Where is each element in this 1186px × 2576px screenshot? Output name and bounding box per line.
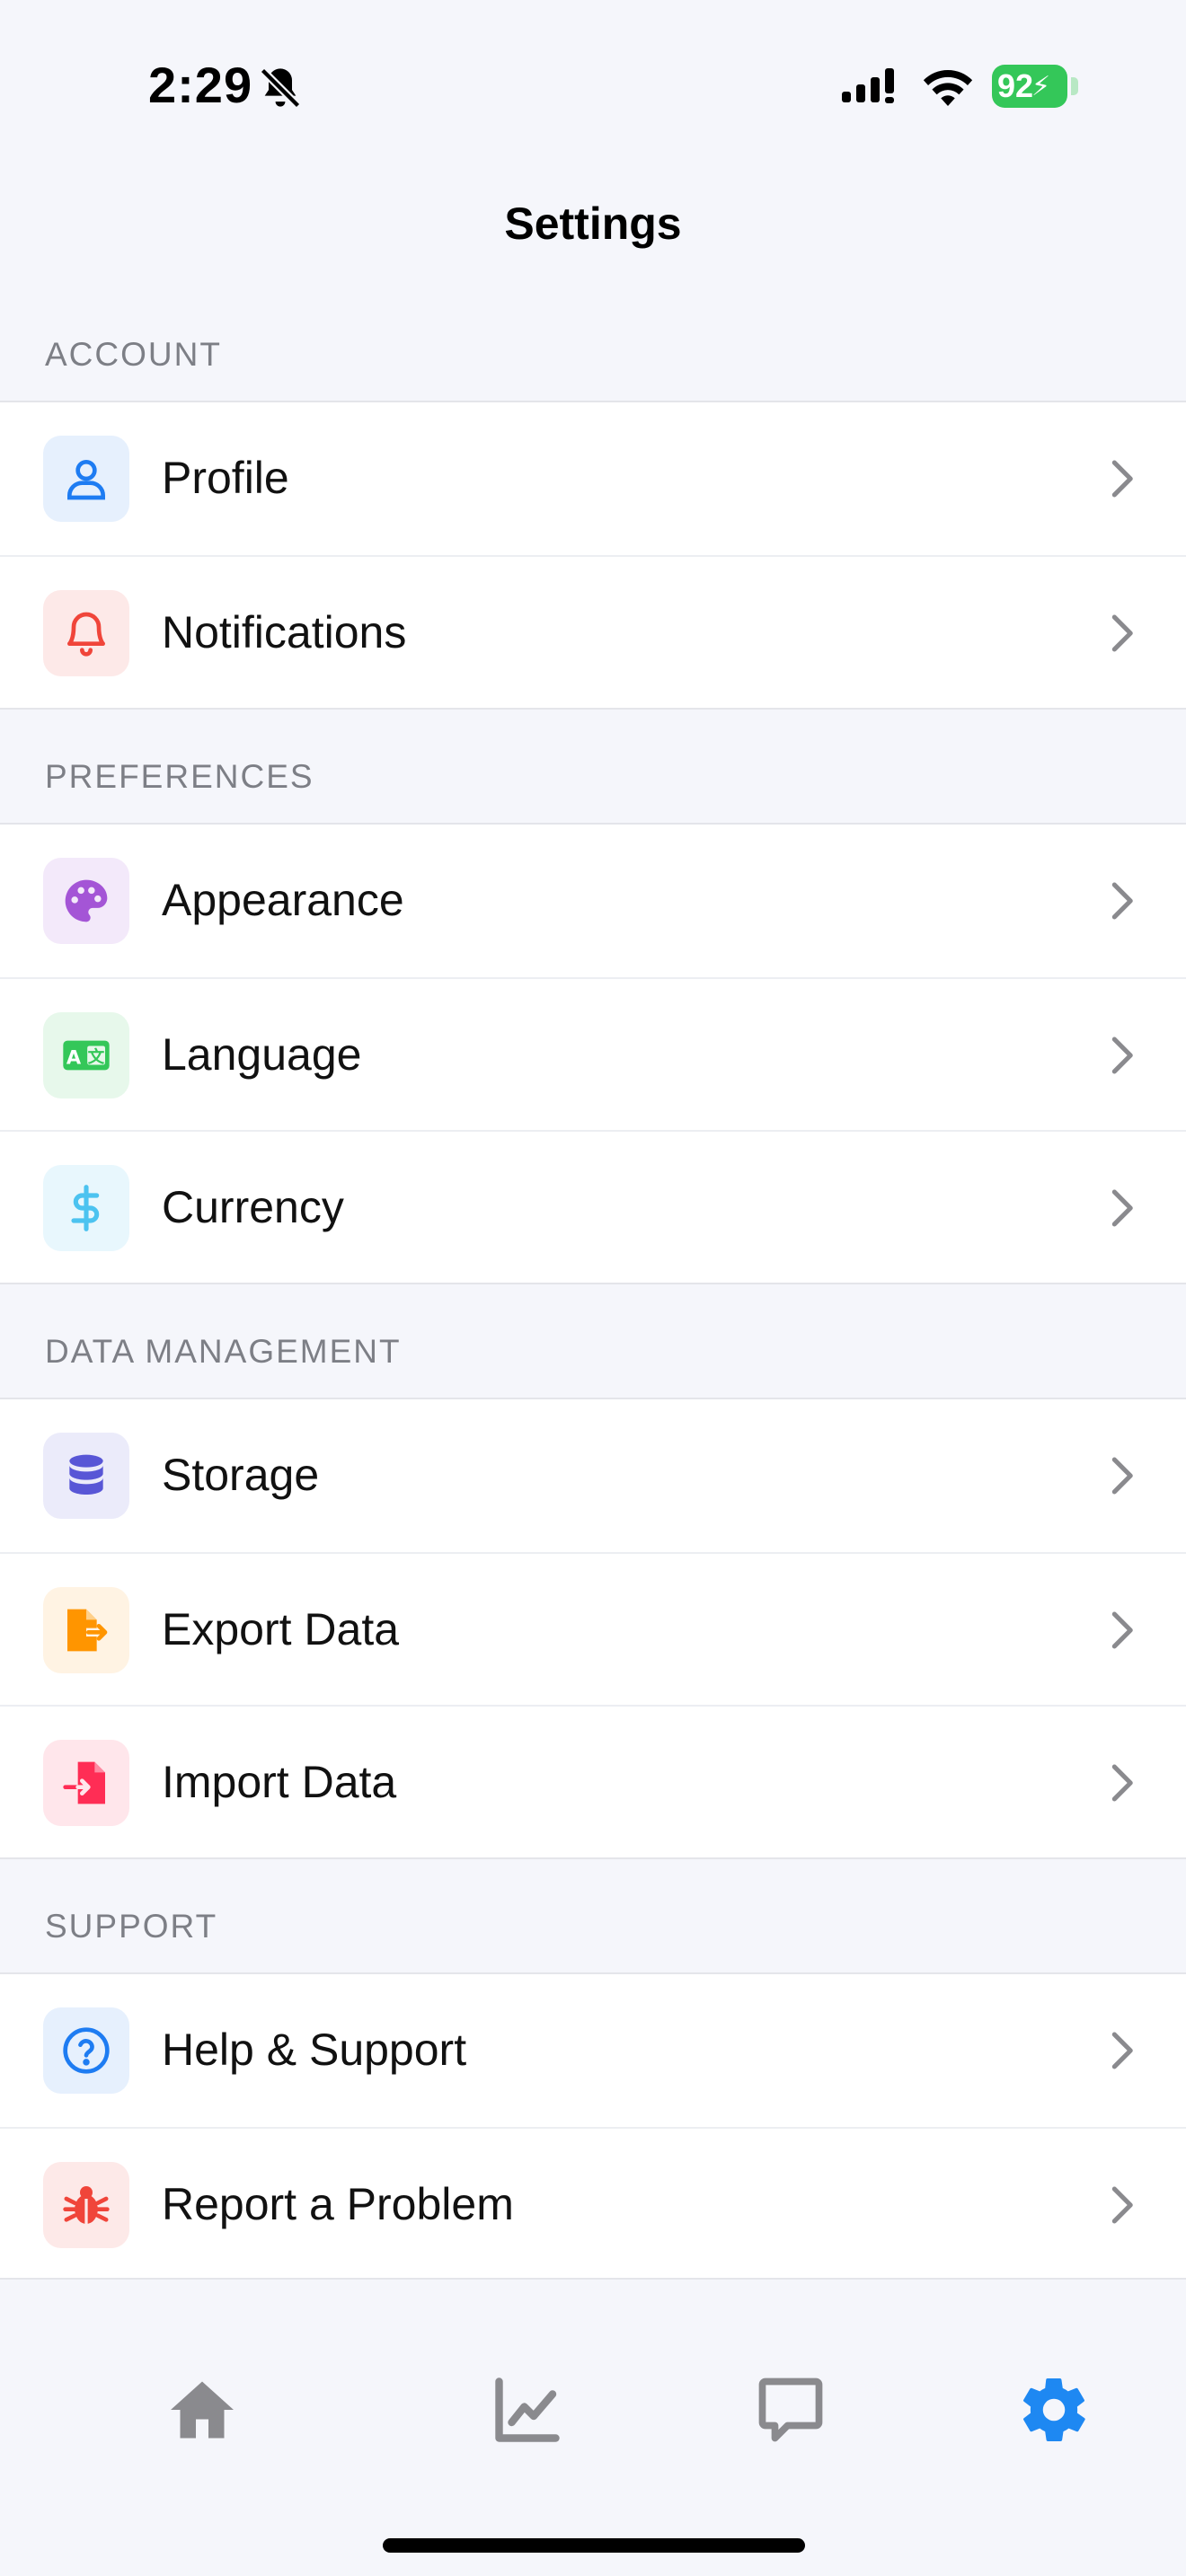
- settings-row-label: Storage: [162, 1450, 320, 1500]
- tab-bar: [0, 2278, 1186, 2576]
- settings-row-label: Notifications: [162, 607, 407, 657]
- import-icon-badge: [43, 1740, 129, 1826]
- database-icon: [69, 1454, 103, 1495]
- settings-row-label: Import Data: [162, 1757, 397, 1807]
- svg-text:A: A: [66, 1046, 82, 1068]
- settings-row-language[interactable]: A 文 Language: [0, 977, 1186, 1130]
- chevron-right-icon: [1111, 1037, 1133, 1074]
- chevron-right-icon: [1111, 1611, 1133, 1649]
- settings-row-label: Appearance: [162, 875, 404, 925]
- settings-row-import-data[interactable]: Import Data: [0, 1705, 1186, 1857]
- battery-level: 92: [997, 67, 1034, 104]
- page-title: Settings: [504, 198, 682, 249]
- gear-icon: [1023, 2378, 1085, 2441]
- svg-text:文: 文: [88, 1047, 105, 1067]
- palette-icon: [65, 879, 108, 922]
- settings-row-report-problem[interactable]: Report a Problem: [0, 2127, 1186, 2280]
- tab-settings[interactable]: [1013, 2369, 1094, 2450]
- settings-row-label: Export Data: [162, 1604, 400, 1654]
- settings-row-appearance[interactable]: Appearance: [0, 825, 1186, 977]
- appearance-icon-badge: [43, 858, 129, 944]
- storage-icon-badge: [43, 1433, 129, 1519]
- export-icon-badge: [43, 1587, 129, 1673]
- tab-home[interactable]: [162, 2369, 243, 2450]
- section-header-preferences: PREFERENCES: [45, 758, 314, 795]
- section-preferences: Appearance A 文 Language Currency: [0, 823, 1186, 1284]
- chart-line-icon: [495, 2378, 560, 2442]
- settings-row-currency[interactable]: Currency: [0, 1130, 1186, 1283]
- section-header-support: SUPPORT: [45, 1908, 218, 1945]
- home-icon: [171, 2381, 234, 2439]
- section-support: Help & Support Report a Problem: [0, 1972, 1186, 2281]
- settings-screen: 2:29 92 ⚡ Settings ACCOUNT Profile Notif…: [0, 0, 1186, 2576]
- settings-row-profile[interactable]: Profile: [0, 402, 1186, 555]
- file-export-icon: [67, 1609, 108, 1652]
- cellular-signal-icon: [842, 68, 894, 103]
- home-indicator[interactable]: [383, 2538, 805, 2553]
- section-header-data-management: DATA MANAGEMENT: [45, 1333, 402, 1370]
- settings-row-export-data[interactable]: Export Data: [0, 1552, 1186, 1705]
- settings-row-label: Help & Support: [162, 2025, 467, 2075]
- chevron-right-icon: [1111, 2032, 1133, 2069]
- language-icon: A 文: [63, 1040, 110, 1071]
- notifications-icon-badge: [43, 590, 129, 676]
- bell-slash-icon: [260, 67, 301, 109]
- chevron-right-icon: [1111, 2186, 1133, 2224]
- settings-row-label: Currency: [162, 1182, 344, 1232]
- dollar-icon: [71, 1185, 100, 1231]
- settings-row-help-support[interactable]: Help & Support: [0, 1974, 1186, 2127]
- battery-cap: [1071, 77, 1078, 95]
- settings-row-storage[interactable]: Storage: [0, 1399, 1186, 1552]
- chevron-right-icon: [1111, 614, 1133, 652]
- status-time: 2:29: [148, 57, 253, 113]
- help-circle-icon: [63, 2027, 110, 2074]
- bell-icon: [67, 612, 105, 657]
- chat-bubble-icon: [758, 2378, 823, 2442]
- charging-bolt-icon: ⚡: [1031, 71, 1051, 101]
- tab-chat[interactable]: [750, 2369, 831, 2450]
- wifi-icon: [923, 69, 973, 106]
- chevron-right-icon: [1111, 882, 1133, 920]
- chevron-right-icon: [1111, 1189, 1133, 1227]
- chevron-right-icon: [1111, 460, 1133, 498]
- section-data-management: Storage Export Data Import Data: [0, 1398, 1186, 1859]
- profile-icon-badge: [43, 436, 129, 522]
- settings-row-label: Profile: [162, 453, 289, 503]
- settings-row-label: Report a Problem: [162, 2179, 514, 2229]
- settings-row-notifications[interactable]: Notifications: [0, 555, 1186, 708]
- currency-icon-badge: [43, 1165, 129, 1251]
- battery-indicator: 92 ⚡: [992, 65, 1067, 108]
- chevron-right-icon: [1111, 1764, 1133, 1802]
- report-icon-badge: [43, 2162, 129, 2248]
- section-header-account: ACCOUNT: [45, 336, 222, 373]
- section-account: Profile Notifications: [0, 401, 1186, 710]
- bug-icon: [63, 2186, 110, 2224]
- tab-stats[interactable]: [487, 2369, 568, 2450]
- file-import-icon: [63, 1761, 105, 1804]
- chevron-right-icon: [1111, 1457, 1133, 1495]
- settings-row-label: Language: [162, 1029, 362, 1080]
- status-bar: 2:29 92 ⚡: [0, 0, 1186, 171]
- person-icon: [67, 459, 105, 500]
- language-icon-badge: A 文: [43, 1012, 129, 1098]
- help-icon-badge: [43, 2007, 129, 2094]
